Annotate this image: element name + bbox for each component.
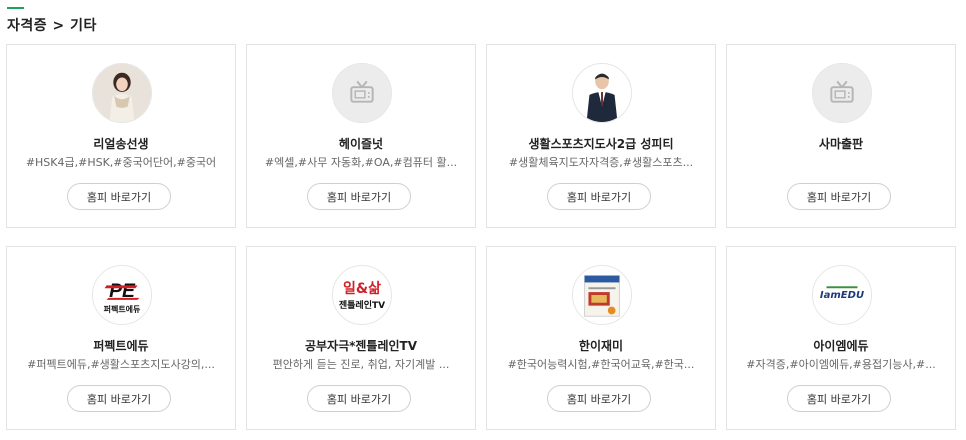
person-man-photo-icon[interactable]: [572, 63, 632, 123]
channel-card: 한이재미 #한국어능력시험,#한국어교육,#한국... 홈피 바로가기: [486, 246, 716, 430]
homepage-link-button[interactable]: 홈피 바로가기: [67, 385, 171, 412]
homepage-link-button[interactable]: 홈피 바로가기: [787, 183, 891, 210]
person-woman-photo-icon[interactable]: [92, 63, 152, 123]
accent-bar: [7, 7, 24, 9]
channel-card: 리얼송선생 #HSK4급,#HSK,#중국어단어,#중국어 홈피 바로가기: [6, 44, 236, 228]
iamedu-logo-icon[interactable]: IamEDU: [812, 265, 872, 325]
channel-card: 사마출판 홈피 바로가기: [726, 44, 956, 228]
channel-card: PE 퍼펙트에듀 퍼펙트에듀 #퍼펙트에듀,#생활스포츠지도사강의,... 홈피…: [6, 246, 236, 430]
homepage-link-button[interactable]: 홈피 바로가기: [787, 385, 891, 412]
channel-name: 생활스포츠지도사2급 성피티: [528, 137, 674, 151]
channel-tags: #한국어능력시험,#한국어교육,#한국...: [507, 358, 695, 371]
channel-name: 퍼펙트에듀: [93, 339, 149, 353]
channel-tags: #엑셀,#사무 자동화,#OA,#컴퓨터 활...: [264, 156, 458, 169]
channel-tags: #퍼펙트에듀,#생활스포츠지도사강의,...: [27, 358, 215, 371]
tv-icon[interactable]: [332, 63, 392, 123]
channel-name: 리얼송선생: [93, 137, 149, 151]
logo-text-top: 일&삶: [343, 281, 381, 297]
gentle-rain-logo-icon[interactable]: 일&삶 젠틀레인TV: [332, 265, 392, 325]
homepage-link-button[interactable]: 홈피 바로가기: [307, 183, 411, 210]
channel-tags: #생활체육지도자자격증,#생활스포츠...: [508, 156, 694, 169]
breadcrumb: 자격증 > 기타: [7, 18, 97, 34]
channel-card: 일&삶 젠틀레인TV 공부자극*젠틀레인TV 편안하게 듣는 진로, 취업, 자…: [246, 246, 476, 430]
logo-text: IamEDU: [819, 290, 865, 301]
homepage-link-button[interactable]: 홈피 바로가기: [547, 385, 651, 412]
channel-name: 아이엠에듀: [813, 339, 869, 353]
homepage-link-button[interactable]: 홈피 바로가기: [547, 183, 651, 210]
channel-tags: 편안하게 듣는 진로, 취업, 자기계발 ...: [272, 358, 450, 371]
perfect-edu-logo-icon[interactable]: PE 퍼펙트에듀: [92, 265, 152, 325]
channel-name: 헤이즐넛: [338, 137, 384, 151]
channel-tags: #자격증,#아이엠에듀,#용접기능사,#...: [746, 358, 936, 371]
channel-name: 한이재미: [578, 339, 624, 353]
channel-card: IamEDU 아이엠에듀 #자격증,#아이엠에듀,#용접기능사,#... 홈피 …: [726, 246, 956, 430]
channel-card: 헤이즐넛 #엑셀,#사무 자동화,#OA,#컴퓨터 활... 홈피 바로가기: [246, 44, 476, 228]
homepage-link-button[interactable]: 홈피 바로가기: [307, 385, 411, 412]
channel-card: 생활스포츠지도사2급 성피티 #생활체육지도자자격증,#생활스포츠... 홈피 …: [486, 44, 716, 228]
channel-name: 사마출판: [818, 137, 864, 151]
channel-name: 공부자극*젠틀레인TV: [304, 339, 418, 353]
logo-text: 퍼펙트에듀: [103, 305, 141, 314]
homepage-link-button[interactable]: 홈피 바로가기: [67, 183, 171, 210]
tv-icon[interactable]: [812, 63, 872, 123]
book-cover-image-icon[interactable]: [572, 265, 632, 325]
channel-tags: #HSK4급,#HSK,#중국어단어,#중국어: [25, 156, 217, 169]
logo-text-bottom: 젠틀레인TV: [338, 301, 386, 311]
